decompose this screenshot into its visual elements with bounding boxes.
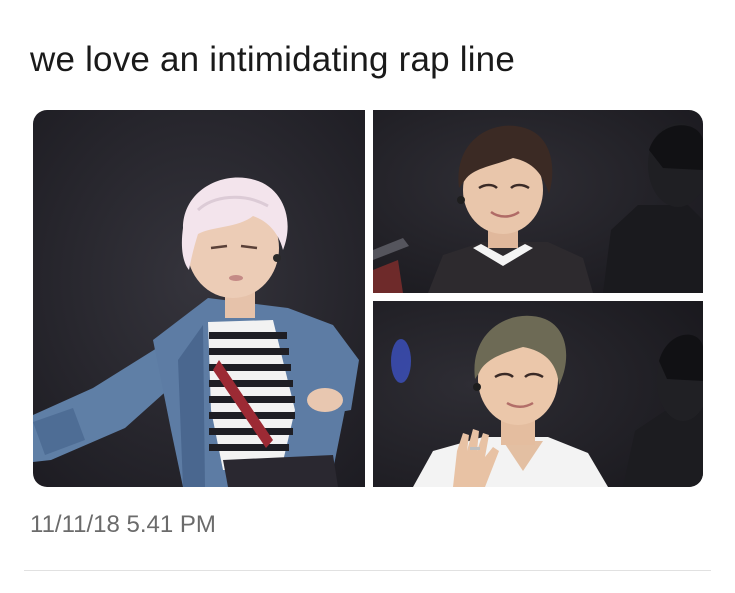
photo-2[interactable] [373, 110, 703, 293]
photo-1[interactable] [33, 110, 365, 487]
photo-3[interactable] [373, 301, 703, 487]
tweet-timestamp[interactable]: 11/11/18 5.41 PM [30, 510, 216, 540]
media-grid[interactable] [33, 110, 703, 487]
tweet-text: we love an intimidating rap line [30, 40, 516, 79]
photo-3-image [373, 301, 703, 487]
photo-2-image [373, 110, 703, 293]
tweet-card: we love an intimidating rap line 11/11/1… [0, 0, 735, 593]
photo-1-image [33, 110, 365, 487]
divider [24, 570, 711, 571]
